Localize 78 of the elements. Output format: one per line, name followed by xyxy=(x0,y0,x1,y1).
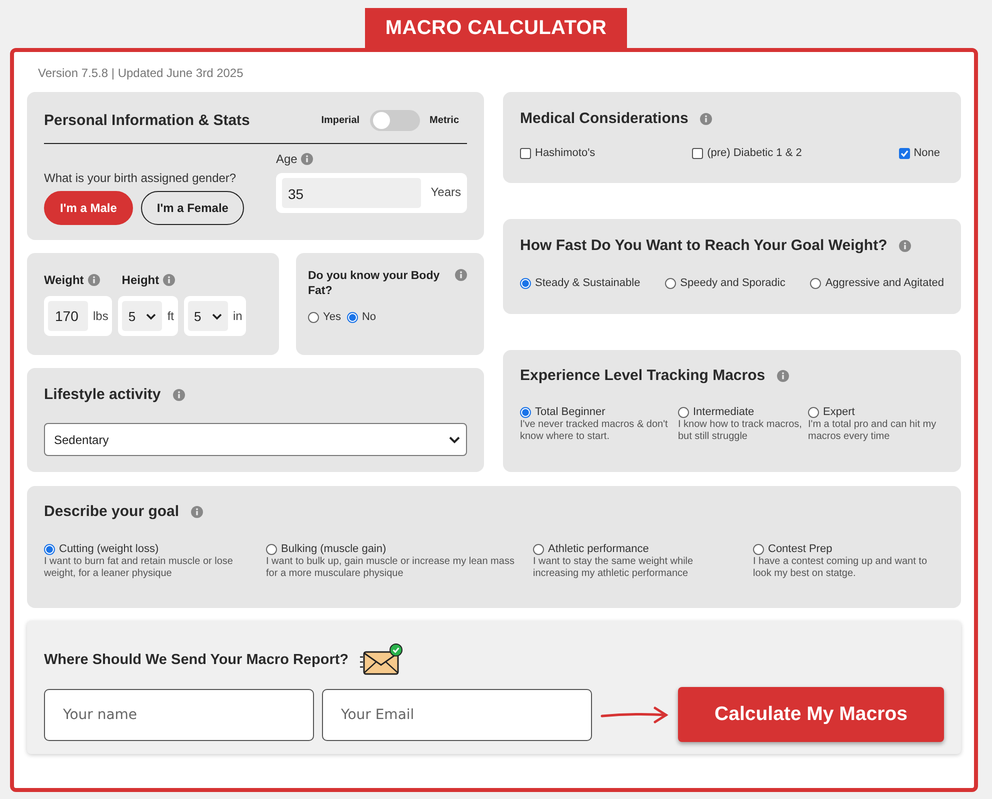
option-label: (pre) Diabetic 1 & 2 xyxy=(707,147,802,159)
option-label: Athletic performance xyxy=(548,543,649,555)
section-title: Describe your goal xyxy=(44,503,180,520)
option-label: Aggressive and Agitated xyxy=(825,277,944,289)
radio-button[interactable] xyxy=(308,312,319,322)
info-icon[interactable] xyxy=(88,274,100,286)
radio-button[interactable] xyxy=(44,544,55,554)
info-icon[interactable] xyxy=(899,240,912,252)
checkbox[interactable] xyxy=(520,148,531,158)
radio-button[interactable] xyxy=(533,544,544,554)
chevron-icon xyxy=(449,436,460,444)
section-title: Experience Level Tracking Macros xyxy=(520,367,766,384)
option-description: I know how to track macros, but still struggle xyxy=(678,419,803,443)
info-icon[interactable] xyxy=(700,112,712,124)
section-title: Lifestyle activity xyxy=(44,386,161,403)
arrow-icon xyxy=(600,704,670,724)
checkbox[interactable] xyxy=(692,148,704,158)
unit-toggle[interactable] xyxy=(370,110,420,131)
chevron-icon xyxy=(212,312,222,320)
chevron-icon xyxy=(146,312,156,320)
info-icon[interactable] xyxy=(455,269,467,281)
option-label: Expert xyxy=(823,406,855,418)
gender-button[interactable]: I'm a Male xyxy=(44,191,133,225)
checkbox[interactable] xyxy=(898,148,910,158)
section-title: Medical Considerations xyxy=(520,110,688,127)
age-field[interactable]: 35 Years xyxy=(276,173,467,213)
option-description: I want to burn fat and retain muscle or lose weight, for a leaner physique xyxy=(44,556,234,580)
option-description: I've never tracked macros & don't know where to start. xyxy=(520,419,669,443)
radio-button[interactable] xyxy=(808,406,819,418)
option-description: I have a contest coming up and want to look my best on statge. xyxy=(753,556,928,580)
envelope-icon xyxy=(358,643,403,677)
unit-label: Metric xyxy=(430,115,459,126)
radio-button[interactable] xyxy=(520,278,531,288)
info-icon[interactable] xyxy=(191,506,204,518)
height-select[interactable]: 5 ft xyxy=(118,296,178,336)
option-label: No xyxy=(362,311,376,323)
option-label: Intermediate xyxy=(693,406,754,418)
page-title: MACRO CALCULATOR xyxy=(365,8,627,48)
email-field[interactable]: Your Email xyxy=(322,688,592,740)
info-icon[interactable] xyxy=(777,370,790,382)
option-label: Cutting (weight loss) xyxy=(59,543,159,555)
info-icon[interactable] xyxy=(172,388,185,400)
radio-button[interactable] xyxy=(810,278,822,288)
radio-button[interactable] xyxy=(665,278,676,288)
option-label: Yes xyxy=(323,311,341,323)
height-label: Height xyxy=(122,273,160,287)
activity-select[interactable]: Sedentary xyxy=(44,423,467,456)
radio-button[interactable] xyxy=(266,544,277,554)
weight-field[interactable]: 170 lbs xyxy=(44,296,112,336)
info-icon[interactable] xyxy=(163,274,176,286)
section-title: Where Should We Send Your Macro Report? xyxy=(44,652,349,668)
name-field[interactable]: Your name xyxy=(44,688,314,740)
version-text: Version 7.5.8 | Updated June 3rd 2025 xyxy=(38,66,244,82)
option-label: Steady & Sustainable xyxy=(535,277,640,289)
body-fat-question: Do you know your Body Fat? xyxy=(308,269,441,299)
gender-button[interactable]: I'm a Female xyxy=(140,191,244,225)
option-label: Total Beginner xyxy=(535,406,606,418)
unit-label: Imperial xyxy=(321,115,360,126)
radio-button[interactable] xyxy=(753,544,764,554)
weight-label: Weight xyxy=(44,273,84,287)
option-label: None xyxy=(914,147,940,159)
option-label: Bulking (muscle gain) xyxy=(281,543,386,555)
option-label: Speedy and Sporadic xyxy=(680,277,786,289)
section-title: How Fast Do You Want to Reach Your Goal Weight? xyxy=(520,237,888,254)
radio-button[interactable] xyxy=(520,406,531,418)
age-label: Age xyxy=(276,152,298,166)
calculate-button[interactable]: Calculate My Macros xyxy=(678,687,944,742)
section-title: Personal Information & Stats xyxy=(44,112,250,129)
option-description: I want to stay the same weight while increasing my athletic performance xyxy=(533,556,694,580)
info-icon[interactable] xyxy=(301,153,314,165)
gender-question: What is your birth assigned gender? xyxy=(44,171,238,185)
option-label: Hashimoto's xyxy=(535,147,596,159)
radio-button[interactable] xyxy=(678,406,689,418)
option-description: I want to bulk up, gain muscle or increase my lean mass for a more musculare physique xyxy=(266,556,516,580)
radio-button[interactable] xyxy=(346,312,358,322)
option-description: I'm a total pro and can hit my macros every time xyxy=(808,419,938,443)
height-select[interactable]: 5 in xyxy=(184,296,246,336)
option-label: Contest Prep xyxy=(768,543,832,555)
